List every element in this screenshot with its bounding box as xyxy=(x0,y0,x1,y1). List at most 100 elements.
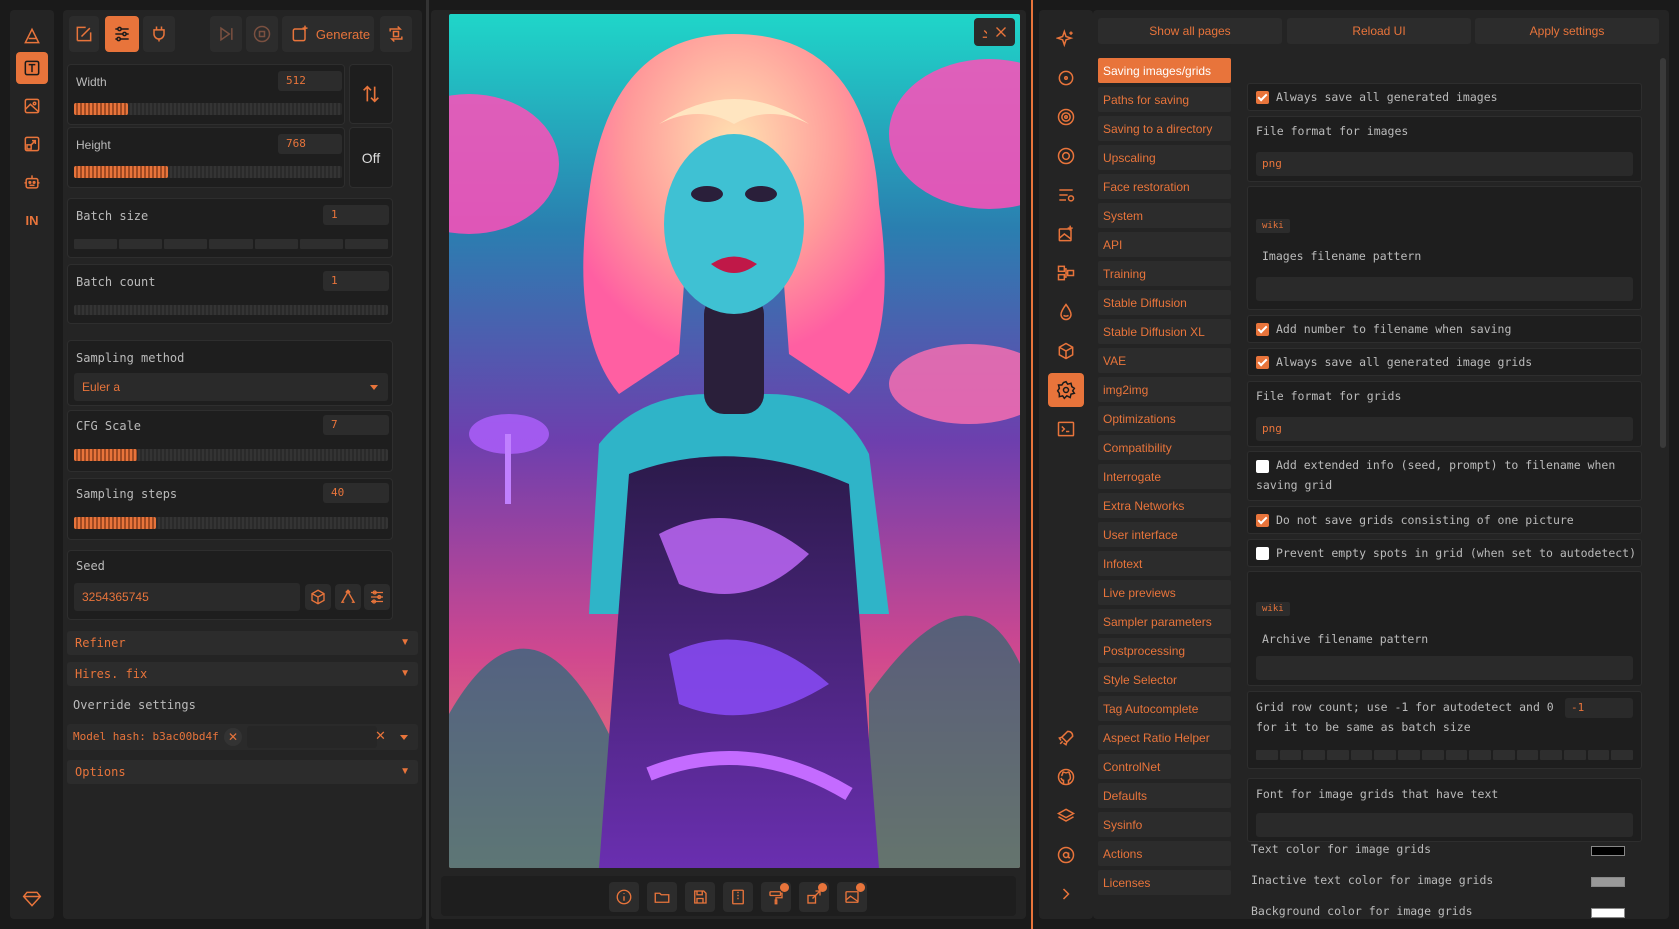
settings-category-item[interactable]: img2img xyxy=(1098,377,1231,402)
wiki-link[interactable]: wiki xyxy=(1256,602,1290,616)
batch-count-slider[interactable] xyxy=(74,305,388,315)
in-label-button[interactable]: IN xyxy=(16,204,48,236)
checkbox[interactable] xyxy=(1256,356,1269,369)
hires-fix-accordion[interactable]: Hires. fix ▼ xyxy=(67,662,418,686)
send-to-extras-button[interactable] xyxy=(799,882,829,912)
setting-always-save-grids[interactable]: Always save all generated image grids xyxy=(1247,348,1642,376)
save-button[interactable] xyxy=(685,882,715,912)
settings-category-item[interactable]: Tag Autocomplete xyxy=(1098,696,1231,721)
settings-category-item[interactable]: Saving to a directory xyxy=(1098,116,1231,141)
extras-tab-icon[interactable] xyxy=(16,128,48,160)
setting-no-single-grid[interactable]: Do not save grids consisting of one pict… xyxy=(1247,506,1642,534)
chip-remove-icon[interactable]: ✕ xyxy=(224,728,242,746)
options-accordion[interactable]: Options ▼ xyxy=(67,760,418,784)
width-slider[interactable] xyxy=(74,103,342,115)
swap-dimensions-button[interactable] xyxy=(349,64,393,124)
panel-divider[interactable] xyxy=(426,0,429,929)
settings-category-item[interactable]: Licenses xyxy=(1098,870,1231,895)
plugin-button[interactable] xyxy=(143,16,175,52)
settings-category-item[interactable]: Aspect Ratio Helper xyxy=(1098,725,1231,750)
image-edit-icon[interactable] xyxy=(1048,217,1084,251)
settings-gear-icon[interactable] xyxy=(1048,373,1084,407)
edit-button[interactable] xyxy=(69,16,99,52)
settings-category-item[interactable]: Actions xyxy=(1098,841,1231,866)
layers-icon[interactable] xyxy=(1048,799,1084,833)
settings-scrollbar[interactable] xyxy=(1660,58,1666,448)
settings-category-item[interactable]: Saving images/grids xyxy=(1098,58,1231,83)
refiner-accordion[interactable]: Refiner ▼ xyxy=(67,631,418,655)
diamond-icon[interactable] xyxy=(16,883,48,915)
resize-handle[interactable] xyxy=(1031,0,1033,929)
checkbox[interactable] xyxy=(1256,460,1269,473)
github-icon[interactable] xyxy=(1048,760,1084,794)
settings-category-item[interactable]: VAE xyxy=(1098,348,1231,373)
skip-button[interactable] xyxy=(210,16,242,52)
settings-category-item[interactable]: Stable Diffusion XL xyxy=(1098,319,1231,344)
reload-ui-button[interactable]: Reload UI xyxy=(1287,18,1471,44)
generate-button[interactable]: Generate xyxy=(282,16,374,52)
settings-category-item[interactable]: Defaults xyxy=(1098,783,1231,808)
open-folder-button[interactable] xyxy=(647,882,677,912)
settings-category-item[interactable]: Face restoration xyxy=(1098,174,1231,199)
reuse-seed-button[interactable] xyxy=(335,584,361,610)
settings-category-item[interactable]: Live previews xyxy=(1098,580,1231,605)
setting-add-extended-info[interactable]: Add extended info (seed, prompt) to file… xyxy=(1247,451,1642,501)
width-input[interactable]: 512 xyxy=(278,71,342,91)
checkbox[interactable] xyxy=(1256,514,1269,527)
file-format-images-input[interactable]: png xyxy=(1256,152,1633,176)
setting-always-save-images[interactable]: Always save all generated images xyxy=(1247,83,1642,111)
loop-button[interactable] xyxy=(380,16,412,52)
grid-row-count-input[interactable]: -1 xyxy=(1565,698,1633,718)
settings-category-item[interactable]: Stable Diffusion xyxy=(1098,290,1231,315)
settings-category-item[interactable]: Infotext xyxy=(1098,551,1231,576)
show-all-pages-button[interactable]: Show all pages xyxy=(1098,18,1282,44)
chevron-right-icon[interactable] xyxy=(1048,877,1084,911)
list-settings-icon[interactable] xyxy=(1048,178,1084,212)
cube-icon[interactable] xyxy=(1048,334,1084,368)
settings-category-item[interactable]: Sysinfo xyxy=(1098,812,1231,837)
batch-size-slider[interactable] xyxy=(74,239,388,249)
inactive-color-swatch[interactable] xyxy=(1591,877,1625,887)
seed-extras-button[interactable] xyxy=(364,584,390,610)
apply-settings-button[interactable]: Apply settings xyxy=(1475,18,1659,44)
send-to-img2img-button[interactable] xyxy=(837,882,867,912)
generated-image[interactable] xyxy=(449,14,1020,868)
close-image-button[interactable] xyxy=(987,18,1015,46)
wiki-link[interactable]: wiki xyxy=(1256,219,1290,233)
settings-category-item[interactable]: Interrogate xyxy=(1098,464,1231,489)
height-input[interactable]: 768 xyxy=(278,134,342,154)
images-filename-pattern-input[interactable] xyxy=(1256,277,1633,301)
font-for-grids-input[interactable] xyxy=(1256,813,1633,837)
sampling-method-dropdown[interactable]: Euler a xyxy=(74,373,388,401)
clear-icon[interactable]: ✕ xyxy=(375,728,386,744)
workflow-icon[interactable] xyxy=(1048,256,1084,290)
logo-icon[interactable] xyxy=(16,20,48,52)
archive-filename-pattern-input[interactable] xyxy=(1256,656,1633,680)
checkbox[interactable] xyxy=(1256,91,1269,104)
settings-category-item[interactable]: Paths for saving xyxy=(1098,87,1231,112)
zip-button[interactable] xyxy=(723,882,753,912)
settings-category-item[interactable]: Optimizations xyxy=(1098,406,1231,431)
settings-category-item[interactable]: Extra Networks xyxy=(1098,493,1231,518)
txt2img-tab-icon[interactable] xyxy=(16,52,48,84)
cfg-scale-input[interactable]: 7 xyxy=(323,415,389,435)
batch-count-input[interactable]: 1 xyxy=(323,271,389,291)
target-dot-icon[interactable] xyxy=(1048,61,1084,95)
settings-category-item[interactable]: Compatibility xyxy=(1098,435,1231,460)
interrupt-button[interactable] xyxy=(246,16,278,52)
checkbox[interactable] xyxy=(1256,323,1269,336)
aspect-lock-toggle[interactable]: Off xyxy=(349,127,393,188)
target-icon[interactable] xyxy=(1048,100,1084,134)
cfg-scale-slider[interactable] xyxy=(74,449,388,461)
sampling-steps-input[interactable]: 40 xyxy=(323,483,389,503)
settings-category-item[interactable]: Training xyxy=(1098,261,1231,286)
grid-row-count-slider[interactable] xyxy=(1256,750,1633,760)
setting-add-number[interactable]: Add number to filename when saving xyxy=(1247,315,1642,343)
terminal-icon[interactable] xyxy=(1048,412,1084,446)
bullseye-icon[interactable] xyxy=(1048,139,1084,173)
override-add-input[interactable] xyxy=(247,726,377,748)
settings-category-item[interactable]: ControlNet xyxy=(1098,754,1231,779)
settings-category-item[interactable]: System xyxy=(1098,203,1231,228)
settings-category-item[interactable]: Style Selector xyxy=(1098,667,1231,692)
robot-icon[interactable] xyxy=(16,166,48,198)
